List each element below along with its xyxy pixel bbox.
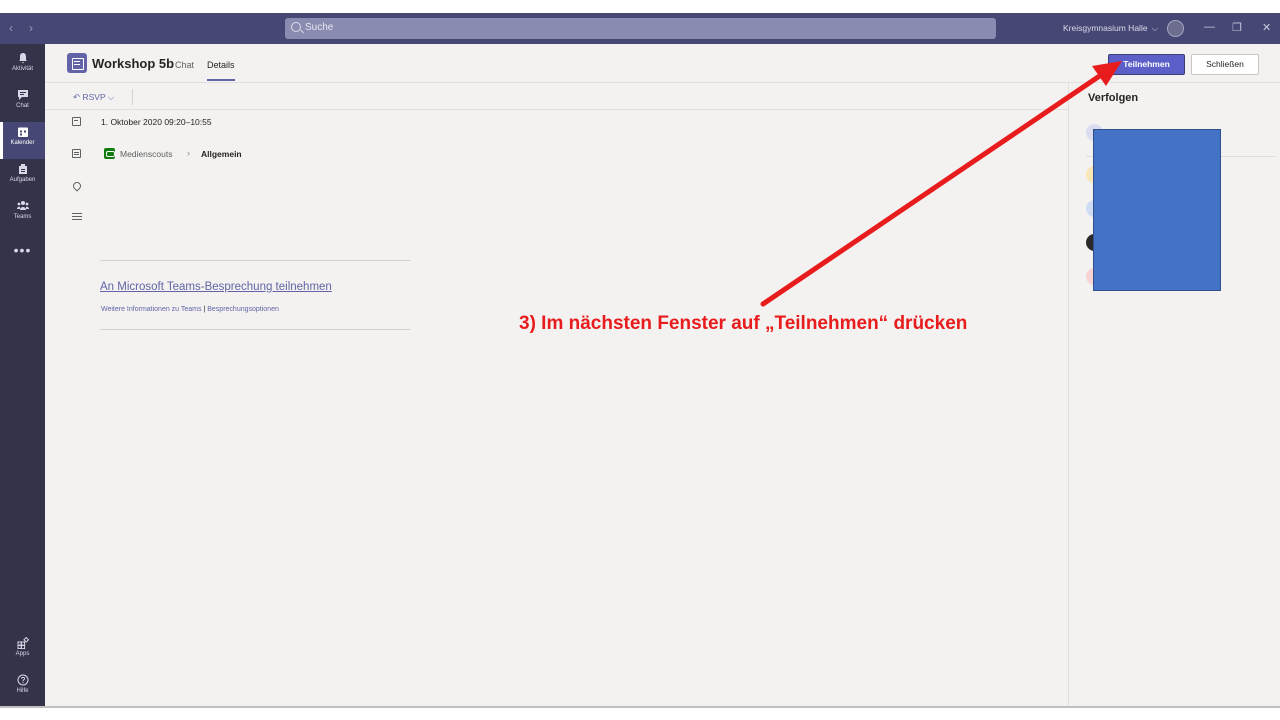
chat-icon (17, 90, 28, 100)
divider (100, 260, 410, 261)
meeting-title: Workshop 5b (92, 56, 175, 71)
description-icon (72, 213, 82, 215)
link-separator: | (203, 306, 206, 313)
close-window-icon[interactable]: ✕ (1262, 21, 1271, 34)
channel-icon (72, 149, 81, 158)
meeting-icon (67, 53, 87, 73)
calendar-icon (72, 117, 81, 126)
meeting-info-links: Weitere Informationen zu Teams | Besprec… (101, 306, 279, 313)
rail-label: Aktivität (11, 66, 33, 72)
teams-icon (16, 201, 29, 210)
taskbar-edge (0, 706, 1280, 708)
rail-item-assignments[interactable]: Aufgaben (0, 159, 45, 196)
assignments-icon (18, 164, 27, 174)
teams-window: ‹ › Suche Kreisgymnasium Halle ⌵ — ❐ ✕ Ak… (0, 13, 1280, 706)
title-bar: ‹ › Suche Kreisgymnasium Halle ⌵ — ❐ ✕ (0, 13, 1280, 44)
team-name[interactable]: Medienscouts (120, 149, 172, 159)
rail-item-calendar[interactable]: Kalender (0, 122, 45, 159)
chevron-right-icon: › (187, 148, 190, 158)
rsvp-toolbar: ↶ RSVP ⌵ (45, 83, 1068, 110)
tab-chat[interactable]: Chat (175, 60, 194, 70)
rail-label: Chat (16, 103, 29, 109)
org-name: Kreisgymnasium Halle (1063, 23, 1148, 33)
app-rail: Aktivität Chat Kalender Aufgaben Teams •… (0, 44, 45, 706)
join-button[interactable]: Teilnehmen (1108, 54, 1185, 75)
user-avatar[interactable] (1167, 20, 1184, 37)
rsvp-dropdown[interactable]: ↶ RSVP ⌵ (73, 92, 114, 103)
bell-icon (18, 53, 27, 64)
search-icon (291, 22, 301, 32)
rail-item-apps[interactable]: Apps (0, 633, 45, 670)
join-meeting-link[interactable]: An Microsoft Teams-Besprechung teilnehme… (100, 281, 332, 293)
instruction-annotation: 3) Im nächsten Fenster auf „Teilnehmen“ … (519, 313, 968, 334)
team-logo-icon (104, 148, 115, 159)
search-input[interactable]: Suche (285, 18, 996, 39)
channel-name[interactable]: Allgemein (201, 149, 242, 159)
rail-label: Hilfe (16, 688, 29, 694)
rail-label: Teams (13, 214, 32, 220)
learn-more-link[interactable]: Weitere Informationen zu Teams (101, 306, 202, 313)
redaction-box (1093, 129, 1221, 291)
maximize-icon[interactable]: ❐ (1232, 21, 1242, 34)
meeting-header: Workshop 5b Chat Details Teilnehmen Schl… (45, 44, 1280, 83)
location-icon (71, 180, 83, 192)
close-button[interactable]: Schließen (1191, 54, 1259, 75)
forward-arrow-icon[interactable]: › (29, 21, 33, 35)
rail-label: Apps (15, 651, 30, 657)
meeting-options-link[interactable]: Besprechungsoptionen (207, 306, 279, 313)
more-apps-icon[interactable]: ••• (0, 242, 45, 258)
apps-icon (17, 637, 29, 649)
divider (100, 329, 410, 330)
rail-label: Aufgaben (9, 177, 36, 183)
org-switcher[interactable]: Kreisgymnasium Halle ⌵ (1063, 23, 1158, 34)
minimize-icon[interactable]: — (1204, 21, 1215, 33)
back-arrow-icon[interactable]: ‹ (9, 21, 13, 35)
rail-item-teams[interactable]: Teams (0, 196, 45, 233)
meeting-datetime: 1. Oktober 2020 09:20–10:55 (101, 117, 212, 127)
toolbar-divider (132, 89, 133, 105)
help-icon (17, 674, 28, 686)
tab-details[interactable]: Details (207, 60, 235, 81)
rail-label: Kalender (10, 140, 35, 146)
tracking-title: Verfolgen (1088, 92, 1139, 104)
rail-item-help[interactable]: Hilfe (0, 670, 45, 707)
rail-item-chat[interactable]: Chat (0, 85, 45, 122)
search-placeholder: Suche (305, 22, 334, 33)
calendar-icon (17, 127, 28, 137)
rail-item-activity[interactable]: Aktivität (0, 48, 45, 85)
chevron-down-icon: ⌵ (1151, 23, 1159, 33)
